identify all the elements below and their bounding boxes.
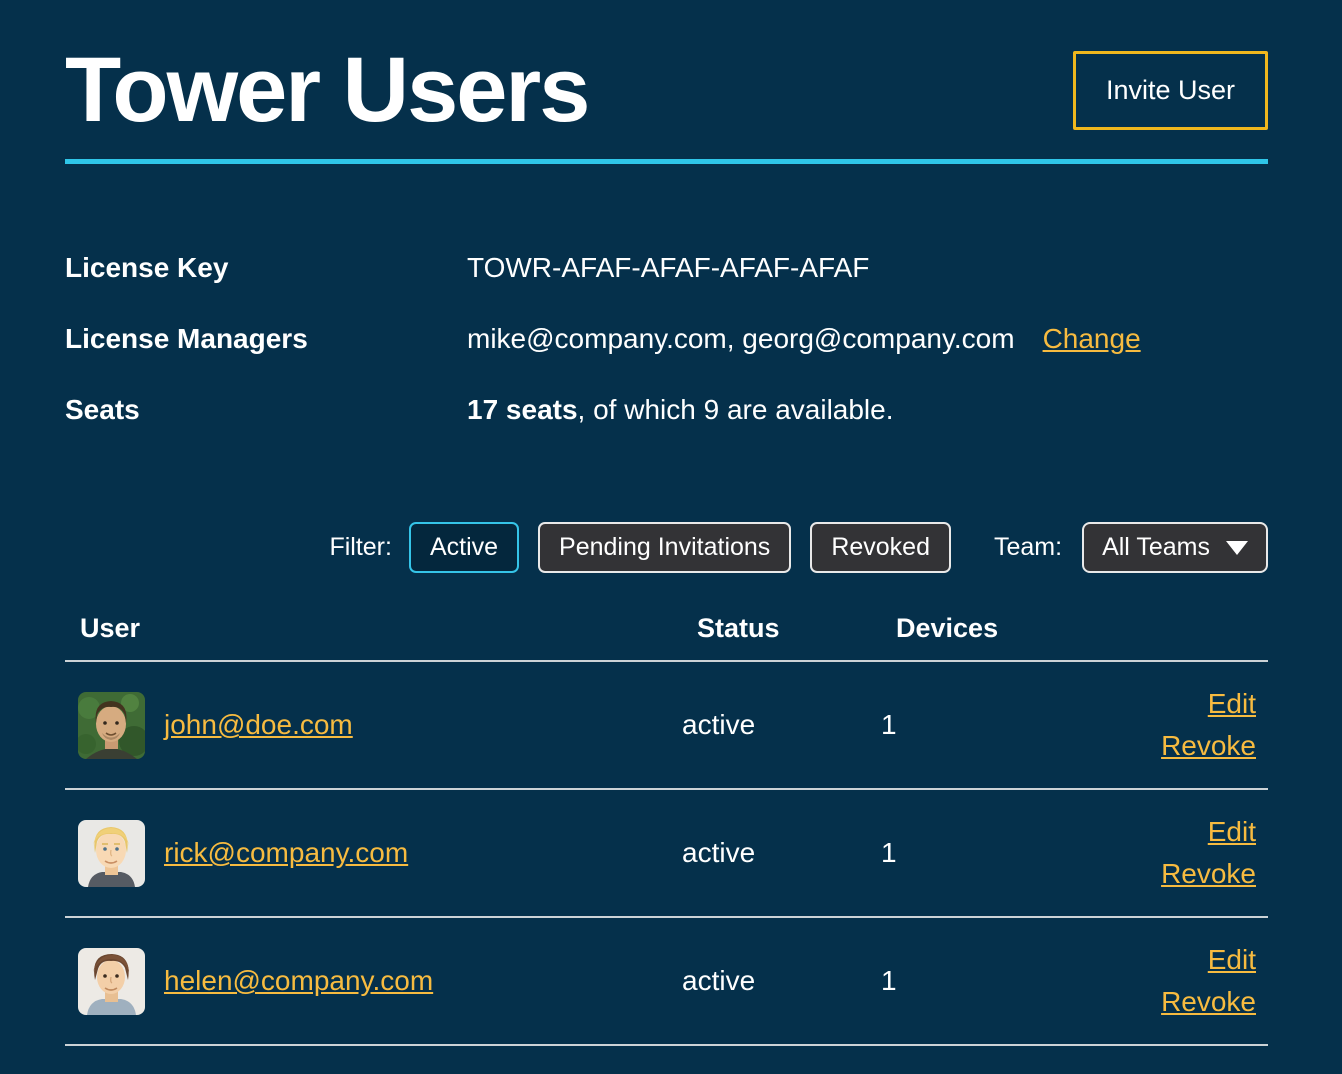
avatar [78, 948, 145, 1015]
page: Tower Users Invite User License Key TOWR… [0, 40, 1342, 1046]
row-actions: Edit Revoke [1061, 816, 1268, 890]
page-header: Tower Users Invite User [65, 40, 1268, 141]
user-devices: 1 [881, 837, 1061, 869]
edit-user-link[interactable]: Edit [1208, 816, 1256, 848]
title-divider [65, 159, 1268, 164]
invite-user-button[interactable]: Invite User [1073, 51, 1268, 130]
users-table: User Status Devices [65, 613, 1268, 1046]
user-email-link[interactable]: rick@company.com [164, 837, 408, 869]
table-header-row: User Status Devices [65, 613, 1268, 662]
revoke-user-link[interactable]: Revoke [1161, 986, 1256, 1018]
user-email-link[interactable]: helen@company.com [164, 965, 433, 997]
user-cell: rick@company.com [65, 820, 682, 887]
table-row: john@doe.com active 1 Edit Revoke [65, 662, 1268, 790]
row-actions: Edit Revoke [1061, 688, 1268, 762]
license-managers-row: License Managers mike@company.com, georg… [65, 323, 1268, 355]
license-managers-label: License Managers [65, 323, 467, 355]
seats-count: 17 seats [467, 394, 578, 425]
seats-value: 17 seats, of which 9 are available. [467, 394, 894, 426]
table-row: helen@company.com active 1 Edit Revoke [65, 918, 1268, 1046]
user-cell: helen@company.com [65, 948, 682, 1015]
team-label: Team: [994, 533, 1062, 562]
revoke-user-link[interactable]: Revoke [1161, 730, 1256, 762]
license-managers-value: mike@company.com, georg@company.com [467, 323, 1015, 355]
license-key-value: TOWR-AFAF-AFAF-AFAF-AFAF [467, 252, 869, 284]
edit-user-link[interactable]: Edit [1208, 688, 1256, 720]
seats-label: Seats [65, 394, 467, 426]
team-dropdown-value: All Teams [1102, 533, 1210, 562]
user-email-link[interactable]: john@doe.com [164, 709, 353, 741]
change-managers-link[interactable]: Change [1043, 323, 1141, 355]
edit-user-link[interactable]: Edit [1208, 944, 1256, 976]
team-dropdown[interactable]: All Teams [1082, 522, 1268, 573]
revoke-user-link[interactable]: Revoke [1161, 858, 1256, 890]
filter-bar: Filter: Active Pending Invitations Revok… [65, 522, 1268, 573]
seats-row: Seats 17 seats, of which 9 are available… [65, 394, 1268, 426]
license-key-row: License Key TOWR-AFAF-AFAF-AFAF-AFAF [65, 252, 1268, 284]
license-section: License Key TOWR-AFAF-AFAF-AFAF-AFAF Lic… [65, 252, 1268, 426]
user-devices: 1 [881, 709, 1061, 741]
filter-label: Filter: [329, 533, 392, 562]
license-key-label: License Key [65, 252, 467, 284]
seats-availability: , of which 9 are available. [578, 394, 894, 425]
user-status: active [682, 965, 881, 997]
column-header-devices: Devices [896, 613, 1076, 644]
avatar [78, 692, 145, 759]
chevron-down-icon [1226, 541, 1248, 555]
filter-button-revoked[interactable]: Revoked [810, 522, 951, 573]
user-devices: 1 [881, 965, 1061, 997]
user-status: active [682, 837, 881, 869]
column-header-user: User [80, 613, 697, 644]
page-title: Tower Users [65, 40, 588, 141]
row-actions: Edit Revoke [1061, 944, 1268, 1018]
filter-button-active[interactable]: Active [409, 522, 519, 573]
filter-button-pending-invitations[interactable]: Pending Invitations [538, 522, 791, 573]
avatar [78, 820, 145, 887]
user-cell: john@doe.com [65, 692, 682, 759]
table-row: rick@company.com active 1 Edit Revoke [65, 790, 1268, 918]
column-header-status: Status [697, 613, 896, 644]
user-status: active [682, 709, 881, 741]
